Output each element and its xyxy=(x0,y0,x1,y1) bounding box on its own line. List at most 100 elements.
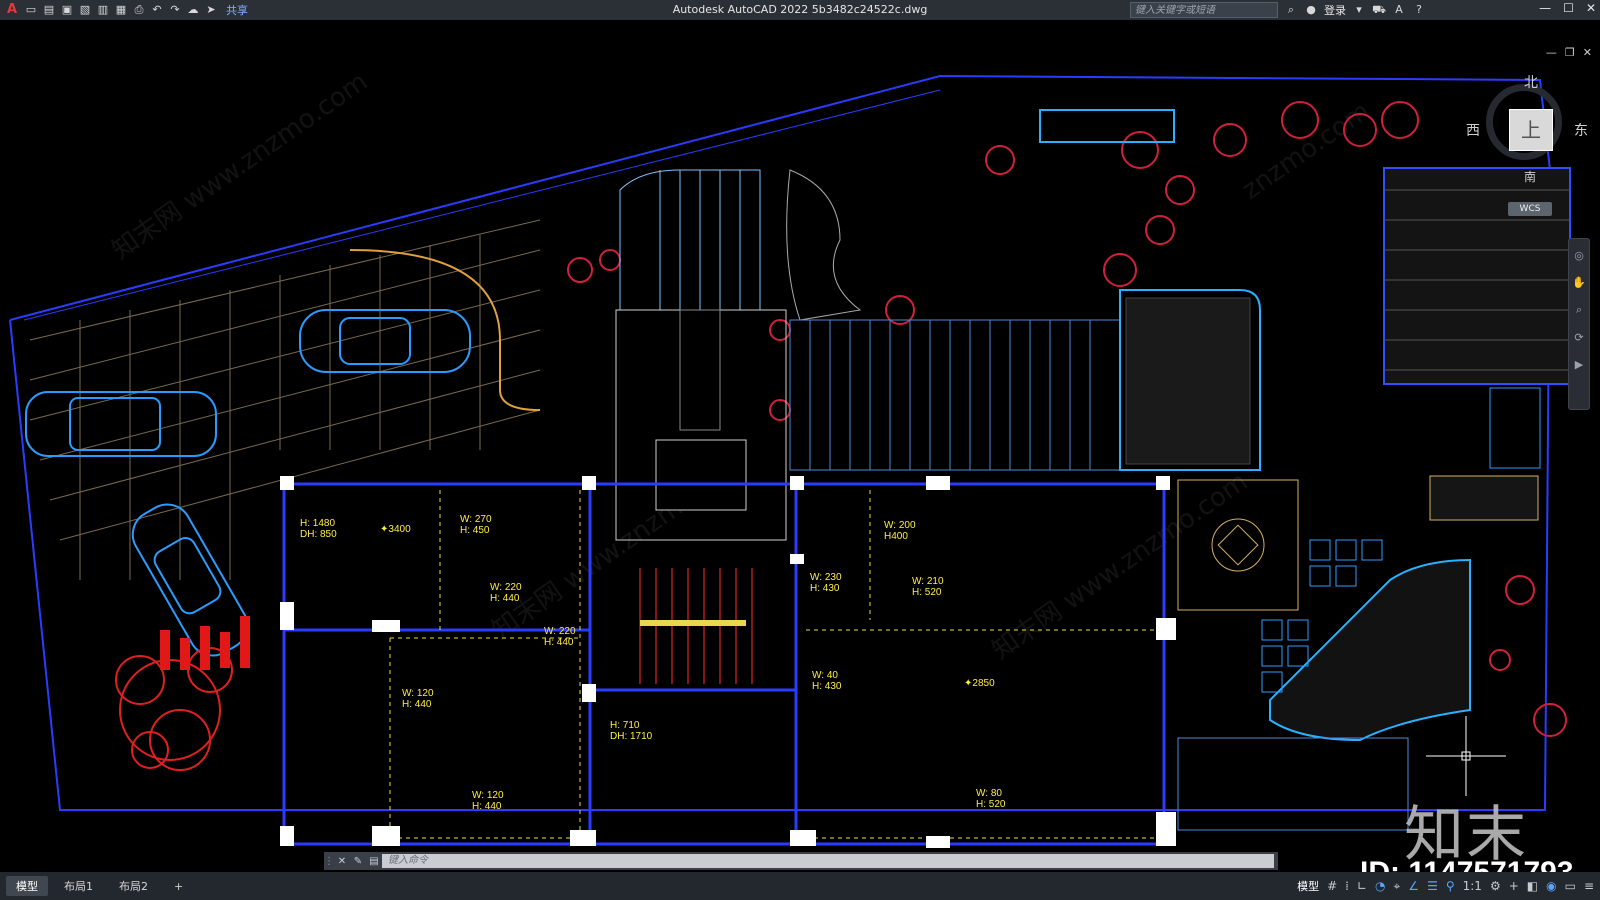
command-history-icon[interactable]: ▤ xyxy=(366,856,382,867)
room-label-w: W: 200 xyxy=(884,520,916,531)
command-input[interactable]: 键入命令 xyxy=(382,854,1274,868)
tab-layout2[interactable]: 布局2 xyxy=(109,876,158,896)
help-icon[interactable]: ? xyxy=(1412,3,1426,17)
viewcube[interactable]: 北 西 东 上 南 xyxy=(1466,72,1588,185)
ortho-icon[interactable]: ∟ xyxy=(1357,879,1367,893)
room-label-w: W: 40 xyxy=(812,670,838,681)
polar-icon[interactable]: ◔ xyxy=(1375,879,1385,893)
room-label-h: H400 xyxy=(884,531,908,542)
room-label-w: W: 230 xyxy=(810,572,842,583)
add-layout-icon[interactable]: + xyxy=(164,878,193,895)
customize-icon[interactable]: ≡ xyxy=(1584,879,1594,893)
viewcube-north[interactable]: 北 xyxy=(1524,72,1538,92)
room-label-w: W: 270 xyxy=(460,514,492,525)
orbit-icon[interactable]: ⟳ xyxy=(1574,331,1583,344)
room-label-w: W: 120 xyxy=(472,790,504,801)
command-settings-icon[interactable]: ✎ xyxy=(350,856,366,867)
tab-model[interactable]: 模型 xyxy=(6,876,48,896)
level-mark: ✦3400 xyxy=(380,524,411,535)
viewcube-south[interactable]: 南 xyxy=(1524,168,1536,185)
document-controls: — ❐ ✕ xyxy=(1546,46,1592,59)
room-label-h: H: 430 xyxy=(812,681,842,692)
open-icon[interactable]: ▤ xyxy=(42,3,56,17)
grid-icon[interactable]: # xyxy=(1327,879,1337,893)
level-mark: ✦2850 xyxy=(964,678,995,689)
diagonal-watermark-3: 知末网 www.znzmo.com xyxy=(987,467,1253,666)
brick-paving xyxy=(1383,167,1571,385)
print-icon[interactable]: ⎙ xyxy=(132,3,146,17)
cloud-icon[interactable]: ☁ xyxy=(186,3,200,17)
room-label: W: 200 H400 xyxy=(884,520,916,542)
command-line: ⋮ ✕ ✎ ▤ 键入命令 xyxy=(324,852,1278,870)
minimize-icon[interactable]: — xyxy=(1539,1,1551,15)
search-icon[interactable]: ⌕ xyxy=(1284,3,1298,17)
room-label-h: H: 520 xyxy=(912,587,942,598)
share-icon[interactable]: ➤ xyxy=(204,3,218,17)
ceiling-lines xyxy=(389,490,1160,840)
plot-preview-icon[interactable]: ▦ xyxy=(114,3,128,17)
tab-layout1[interactable]: 布局1 xyxy=(54,876,103,896)
maximize-icon[interactable]: ☐ xyxy=(1563,1,1574,15)
room-label-h: DH: 850 xyxy=(300,529,337,540)
add-icon[interactable]: + xyxy=(1509,879,1519,893)
doc-close-icon[interactable]: ✕ xyxy=(1583,46,1592,59)
doc-minimize-icon[interactable]: — xyxy=(1546,46,1557,59)
viewcube-top-face[interactable]: 上 xyxy=(1509,109,1553,151)
saveas-icon[interactable]: ▧ xyxy=(78,3,92,17)
account-icon[interactable]: A xyxy=(1392,3,1406,17)
hardware-accel-icon[interactable]: ◉ xyxy=(1546,879,1556,893)
chevron-down-icon[interactable]: ▾ xyxy=(1352,3,1366,17)
isolate-icon[interactable]: ◧ xyxy=(1527,879,1538,893)
undo-icon[interactable]: ↶ xyxy=(150,3,164,17)
steering-wheel-icon[interactable]: ◎ xyxy=(1574,249,1584,262)
status-tools: 模型 # ⁞ ∟ ◔ ⌖ ∠ ☰ ⚲ 1:1 ⚙ + ◧ ◉ ▭ ≡ xyxy=(1297,878,1594,894)
viewcube-east[interactable]: 东 xyxy=(1574,120,1588,140)
showmotion-icon[interactable]: ▶ xyxy=(1575,358,1583,371)
ucs-cursor xyxy=(1426,716,1506,796)
zoom-icon[interactable]: ⌕ xyxy=(1576,303,1582,317)
snap-icon[interactable]: ⁞ xyxy=(1345,879,1349,893)
close-icon[interactable]: ✕ xyxy=(1586,1,1596,15)
viewcube-west[interactable]: 西 xyxy=(1466,120,1480,140)
clean-screen-icon[interactable]: ▭ xyxy=(1565,879,1576,893)
settings-icon[interactable]: ⚙ xyxy=(1490,879,1501,893)
room-label-h: H: 450 xyxy=(460,525,490,536)
new-icon[interactable]: ▭ xyxy=(24,3,38,17)
login-button[interactable]: 登录 xyxy=(1324,2,1346,18)
save-icon[interactable]: ▣ xyxy=(60,3,74,17)
room-label-h: H: 440 xyxy=(402,699,432,710)
redo-icon[interactable]: ↷ xyxy=(168,3,182,17)
car-1 xyxy=(299,309,471,373)
room-label-h: H: 430 xyxy=(810,583,840,594)
app-logo[interactable]: A xyxy=(4,3,20,17)
command-close-icon[interactable]: ✕ xyxy=(334,856,350,867)
search-input[interactable]: 键入关键字或短语 xyxy=(1130,2,1278,18)
room-label: W: 220 H: 440 xyxy=(544,626,576,648)
right-planter xyxy=(1429,475,1539,521)
stone-terrace-fill xyxy=(1125,297,1251,465)
lineweight-icon[interactable]: ☰ xyxy=(1427,879,1438,893)
doc-restore-icon[interactable]: ❐ xyxy=(1565,46,1575,59)
window-title: Autodesk AutoCAD 2022 5b3482c24522c.dwg xyxy=(672,3,928,16)
wcs-menu[interactable]: WCS xyxy=(1508,202,1552,216)
room-label-w: W: 120 xyxy=(402,688,434,699)
room-label: W: 120 H: 440 xyxy=(472,790,504,812)
pan-icon[interactable]: ✋ xyxy=(1572,276,1586,289)
osnap-icon[interactable]: ⌖ xyxy=(1394,879,1401,894)
otrack-icon[interactable]: ∠ xyxy=(1408,879,1419,893)
publish-icon[interactable]: ▥ xyxy=(96,3,110,17)
right-stair xyxy=(1489,387,1541,469)
pebble-path xyxy=(786,169,862,321)
command-grip-icon[interactable]: ⋮ xyxy=(324,856,334,867)
drawing-canvas[interactable]: 知末网 www.znzmo.com 知末网 www.znzmo.com 知末网 … xyxy=(0,20,1600,872)
planting-left xyxy=(115,647,233,771)
level-value: 2850 xyxy=(972,678,995,689)
model-space-toggle[interactable]: 模型 xyxy=(1297,878,1319,894)
annotation-icon[interactable]: ⚲ xyxy=(1446,879,1455,893)
cart-icon[interactable]: ⛟ xyxy=(1372,3,1386,17)
user-icon[interactable]: ● xyxy=(1304,3,1318,17)
cad-drawing: 知末网 www.znzmo.com 知末网 www.znzmo.com 知末网 … xyxy=(9,67,1571,848)
scale-value[interactable]: 1:1 xyxy=(1463,879,1482,893)
share-button[interactable]: 共享 xyxy=(226,2,248,18)
upper-stair xyxy=(619,169,761,311)
